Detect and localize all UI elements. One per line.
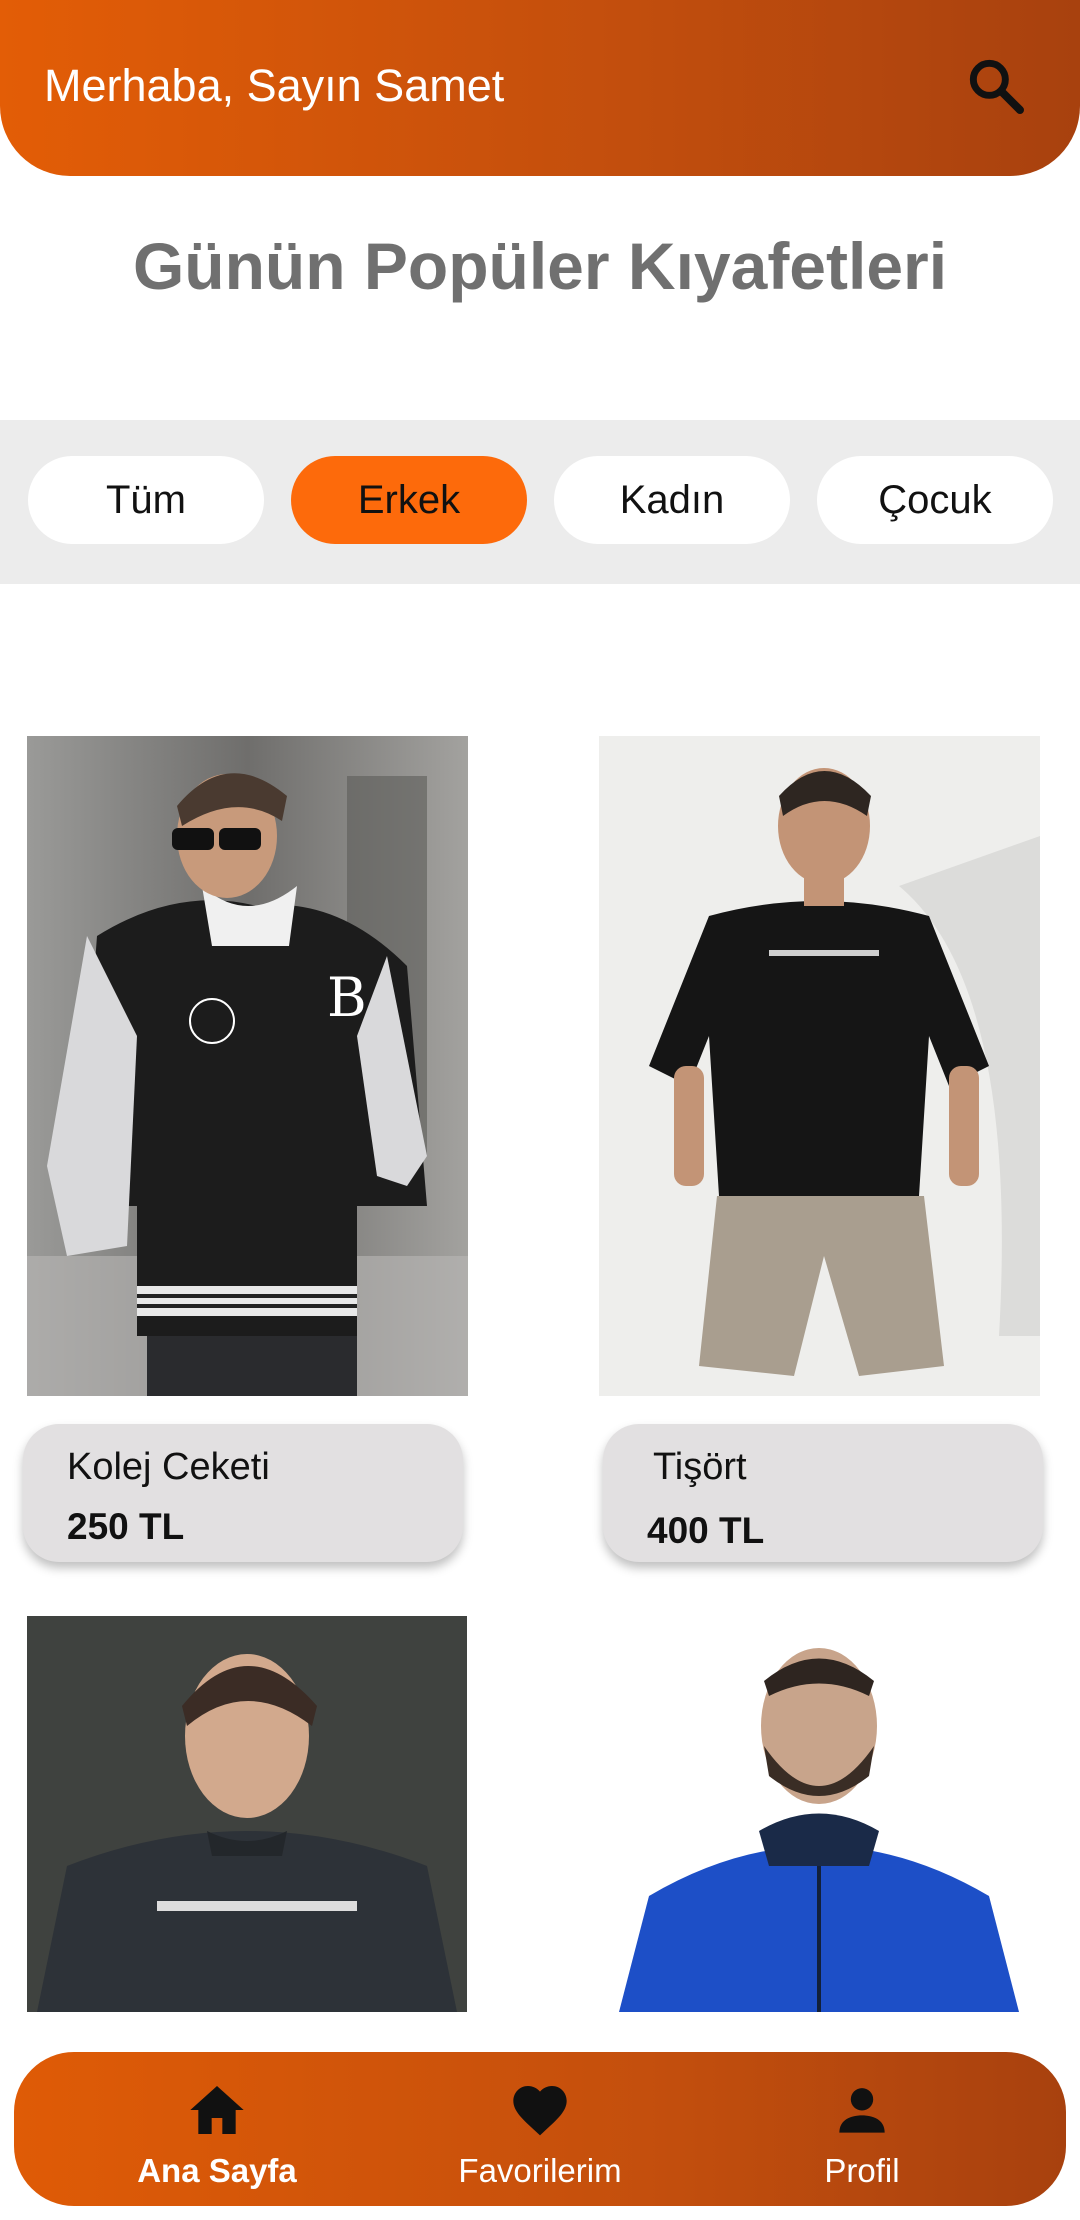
filter-chip-label: Erkek	[357, 477, 461, 522]
filter-chip-label: Kadın	[619, 477, 725, 522]
nav-item-home[interactable]: Ana Sayfa	[87, 2052, 347, 2206]
product-name: Kolej Ceketi	[67, 1446, 270, 1488]
svg-text:B: B	[327, 966, 367, 1029]
filter-chip-cocuk[interactable]: Çocuk	[817, 456, 1053, 544]
product-card-college-jacket[interactable]: Kolej Ceketi 250 TL	[23, 1424, 463, 1562]
search-button[interactable]	[964, 54, 1028, 118]
search-icon	[969, 59, 1024, 114]
heart-icon	[513, 2086, 567, 2136]
product-image-sweatshirt[interactable]	[27, 1616, 467, 2012]
product-image-tshirt[interactable]	[599, 736, 1040, 1396]
nav-label-profile: Profil	[824, 2152, 900, 2189]
product-image-hoodie[interactable]	[599, 1616, 1040, 2012]
filter-chip-tum[interactable]: Tüm	[28, 456, 264, 544]
person-icon	[839, 2088, 885, 2133]
home-icon	[190, 2086, 244, 2134]
filter-chip-kadin[interactable]: Kadın	[554, 456, 790, 544]
product-card-tshirt[interactable]: Tişört 400 TL	[603, 1424, 1043, 1562]
bottom-navigation: Ana Sayfa Favorilerim Profil	[14, 2052, 1066, 2206]
app-header: Merhaba, Sayın Samet	[0, 0, 1080, 176]
product-name: Tişört	[653, 1446, 747, 1488]
greeting-text: Merhaba, Sayın Samet	[44, 60, 505, 111]
category-filter-bar: Tüm Erkek Kadın Çocuk	[0, 420, 1080, 584]
filter-chip-label: Tüm	[106, 477, 186, 522]
product-price: 250 TL	[67, 1506, 185, 1547]
filter-chip-label: Çocuk	[878, 477, 992, 522]
nav-item-favorites[interactable]: Favorilerim	[410, 2052, 670, 2206]
nav-label-home: Ana Sayfa	[137, 2152, 297, 2189]
product-price: 400 TL	[647, 1510, 765, 1551]
product-image-college-jacket[interactable]: B	[27, 736, 468, 1396]
page-title: Günün Popüler Kıyafetleri	[132, 229, 948, 303]
filter-chip-erkek[interactable]: Erkek	[291, 456, 527, 544]
nav-item-profile[interactable]: Profil	[732, 2052, 992, 2206]
nav-label-favorites: Favorilerim	[458, 2152, 622, 2189]
